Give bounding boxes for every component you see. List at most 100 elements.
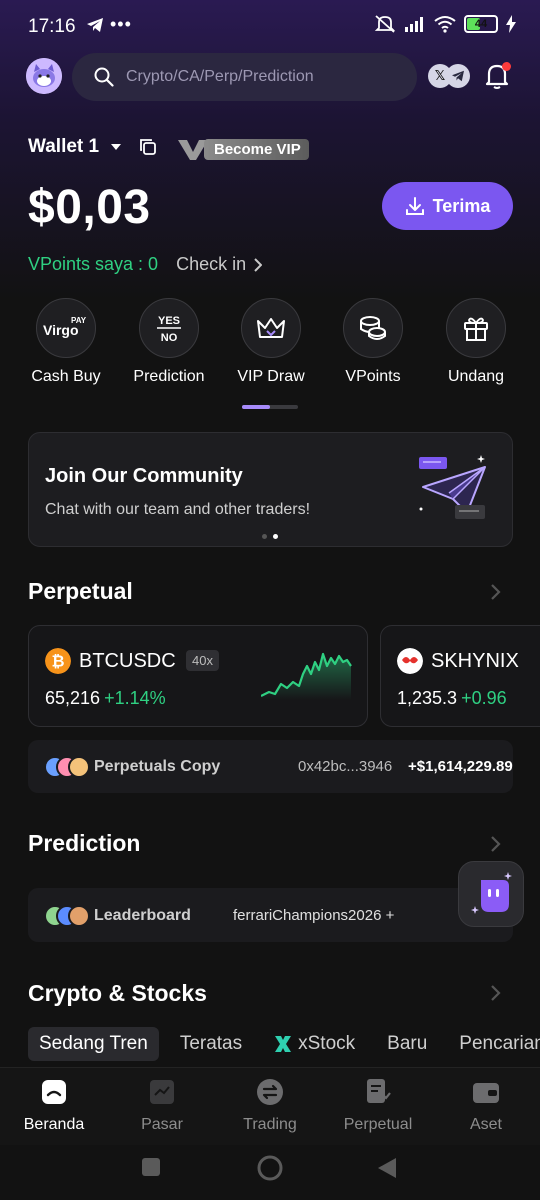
perp-card-skhynix[interactable]: SKHYNIX 1,235.3 +0.96 — [380, 625, 540, 727]
trader-pnl: +$1,614,229.89 — [408, 758, 513, 775]
action-label: Undang — [447, 368, 505, 385]
svg-text:PAY: PAY — [71, 316, 87, 325]
receive-label[interactable]: Terima — [433, 196, 491, 217]
search-bar[interactable] — [72, 53, 417, 101]
tab-search[interactable]: Pencarian — [448, 1027, 540, 1061]
assistant-bot-icon — [471, 872, 512, 914]
bottom-navigation: Beranda Pasar Trading Perpetual Aset — [0, 1067, 540, 1145]
become-vip-label[interactable]: Become VIP — [204, 138, 309, 160]
leaderboard-entry: ferrariChampions2026 + — [233, 907, 395, 924]
nav-assets[interactable]: Aset — [432, 1068, 540, 1145]
action-label: VIP Draw — [237, 368, 305, 385]
perp-card-btcusdc[interactable]: ₿ BTCUSDC 40x 65,216 +1.14% — [28, 625, 368, 727]
action-vip-draw[interactable]: VIP Draw — [219, 298, 323, 386]
search-icon — [94, 67, 114, 87]
notification-badge — [502, 62, 511, 71]
back-button-icon[interactable] — [376, 1156, 398, 1180]
telegram-notification-icon — [87, 18, 103, 32]
tab-xstock[interactable]: xStock — [263, 1027, 366, 1061]
system-navigation-bar — [0, 1145, 540, 1200]
check-in-link[interactable]: Check in — [176, 254, 263, 275]
wallet-balance: $0,03 — [28, 181, 151, 234]
wallet-icon — [473, 1083, 499, 1103]
perp-price: 1,235.3 +0.96 — [397, 688, 507, 708]
become-vip-badge[interactable]: Become VIP — [178, 138, 309, 160]
tab-xstock-label[interactable]: xStock — [298, 1033, 355, 1055]
status-bar: 17:16 ••• 44 — [0, 0, 540, 52]
nav-label: Pasar — [141, 1116, 183, 1133]
tab-new[interactable]: Baru — [376, 1027, 438, 1061]
signal-icon — [405, 17, 423, 32]
chevron-right-icon[interactable] — [490, 835, 502, 853]
leaderboard-row[interactable]: Leaderboard ferrariChampions2026 + — [28, 888, 513, 942]
download-icon — [405, 197, 424, 215]
leaderboard-label: Leaderboard — [94, 907, 191, 924]
receive-button[interactable]: Terima — [382, 182, 513, 230]
action-prediction[interactable]: YES NO Prediction — [117, 298, 221, 386]
nav-market[interactable]: Pasar — [108, 1068, 216, 1145]
action-cash-buy[interactable]: Virgo PAY Cash Buy — [14, 298, 118, 386]
actions-scroll-indicator — [242, 405, 298, 409]
chevron-down-icon[interactable] — [111, 144, 122, 150]
perpetual-doc-icon — [367, 1079, 391, 1103]
social-links[interactable]: 𝕏 — [428, 64, 470, 88]
chevron-right-icon — [254, 257, 263, 272]
action-label: Prediction — [133, 368, 205, 385]
profile-avatar[interactable] — [26, 58, 62, 94]
nav-label: Perpetual — [343, 1116, 413, 1133]
recents-button-icon[interactable] — [141, 1157, 161, 1177]
copy-icon[interactable] — [139, 138, 157, 156]
perp-price: 65,216 +1.14% — [45, 688, 166, 708]
yes-no-icon[interactable]: YES NO — [139, 298, 199, 358]
tab-top[interactable]: Teratas — [169, 1027, 253, 1061]
battery-icon: 44 — [464, 15, 498, 33]
prediction-section-title[interactable]: Prediction — [28, 830, 140, 857]
quick-actions: Virgo PAY Cash Buy YES NO Prediction VIP D… — [0, 298, 540, 398]
home-button-icon[interactable] — [256, 1154, 284, 1182]
market-tabs: Sedang Tren Teratas xStock Baru Pencaria… — [28, 1025, 540, 1063]
action-vpoints[interactable]: VPoints — [321, 298, 425, 386]
search-input[interactable] — [126, 68, 396, 86]
community-banner[interactable]: Join Our Community Chat with our team an… — [28, 432, 513, 547]
home-icon — [42, 1080, 66, 1104]
perp-symbol: SKHYNIX — [431, 650, 519, 672]
nav-home[interactable]: Beranda — [0, 1068, 108, 1145]
wallet-name[interactable]: Wallet 1 — [28, 136, 99, 158]
price-sparkline — [261, 652, 352, 700]
xstock-icon — [275, 1036, 292, 1052]
chevron-right-icon[interactable] — [490, 984, 502, 1002]
trader-address: 0x42bc...3946 — [298, 758, 393, 775]
perpetual-section-title[interactable]: Perpetual — [28, 578, 133, 605]
nav-trading[interactable]: Trading — [216, 1068, 324, 1145]
svg-text:YES: YES — [158, 315, 180, 327]
virgo-pay-icon[interactable]: Virgo PAY — [36, 298, 96, 358]
banner-pagination — [262, 534, 278, 539]
perpetuals-copy-row[interactable]: Perpetuals Copy 0x42bc...3946 +$1,614,22… — [28, 740, 513, 793]
swap-icon — [257, 1079, 283, 1105]
coins-icon[interactable] — [343, 298, 403, 358]
nav-label: Trading — [243, 1116, 297, 1133]
more-notifications-icon: ••• — [110, 14, 132, 34]
svg-text:₿: ₿ — [51, 653, 64, 671]
assistant-fab[interactable] — [458, 861, 524, 927]
action-label: Cash Buy — [31, 368, 101, 385]
action-invite[interactable]: Undang — [424, 298, 528, 386]
paper-plane-icon — [419, 455, 486, 519]
status-icons: 44 — [374, 14, 516, 34]
nav-perpetual[interactable]: Perpetual — [324, 1068, 432, 1145]
action-label: VPoints — [345, 368, 401, 385]
wifi-icon — [434, 16, 456, 33]
check-in-label[interactable]: Check in — [176, 254, 246, 275]
tab-trending[interactable]: Sedang Tren — [28, 1027, 159, 1061]
crown-icon[interactable] — [241, 298, 301, 358]
crypto-stocks-section-title[interactable]: Crypto & Stocks — [28, 980, 207, 1007]
trader-avatars-icon — [44, 756, 90, 778]
leaderboard-avatars-icon — [44, 905, 90, 927]
gift-icon[interactable] — [446, 298, 506, 358]
wallet-selector[interactable]: Wallet 1 — [28, 136, 157, 158]
nav-label: Beranda — [23, 1116, 85, 1133]
chart-icon — [150, 1080, 174, 1104]
chevron-right-icon[interactable] — [490, 583, 502, 601]
telegram-icon[interactable] — [446, 64, 470, 88]
perp-change: +0.96 — [461, 688, 507, 708]
